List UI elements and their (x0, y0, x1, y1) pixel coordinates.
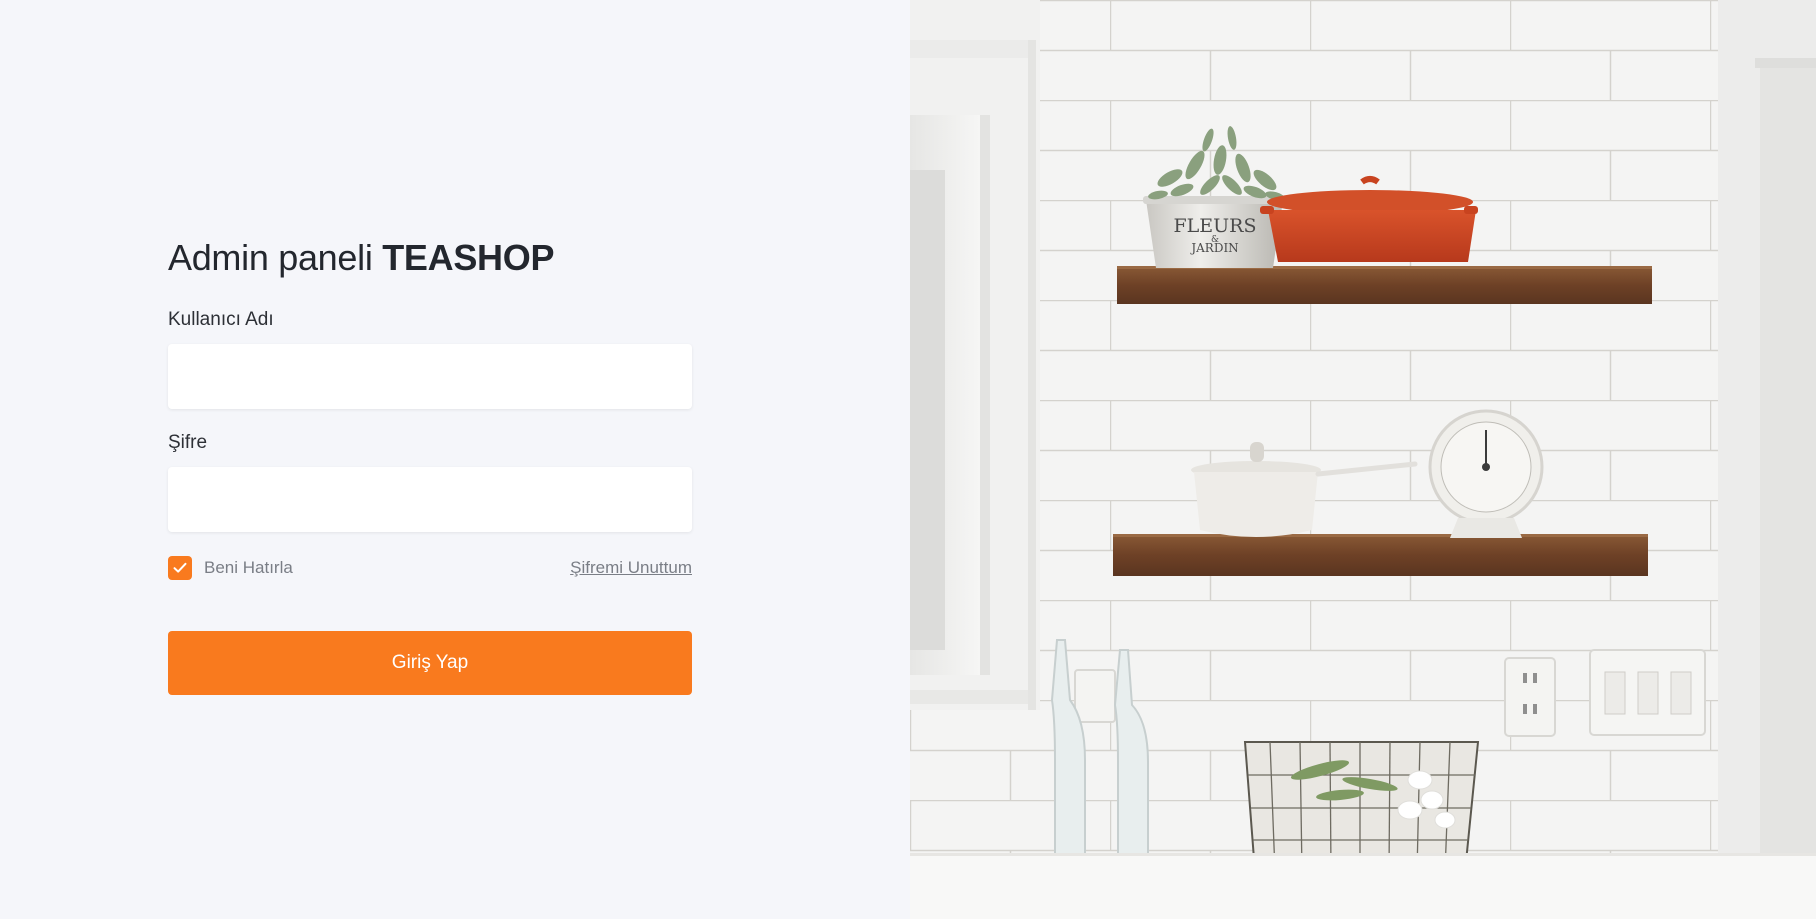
page-title: Admin paneli TEASHOP (168, 234, 692, 282)
title-prefix: Admin paneli (168, 237, 383, 278)
password-input[interactable] (168, 467, 692, 532)
login-button[interactable]: Giriş Yap (168, 631, 692, 695)
pot-text-jardin: JARDIN (1189, 241, 1238, 255)
username-label: Kullanıcı Adı (168, 309, 274, 330)
kitchen-photo: FLEURS & JARDIN (910, 0, 1816, 919)
login-form: Admin paneli TEASHOP Kullanıcı Adı Şifre… (168, 234, 692, 695)
check-icon (173, 562, 187, 573)
remember-me-checkbox[interactable] (168, 556, 192, 580)
remember-me-toggle[interactable]: Beni Hatırla (168, 556, 293, 580)
forgot-password-link[interactable]: Şifremi Unuttum (570, 558, 692, 578)
login-pane: Admin paneli TEASHOP Kullanıcı Adı Şifre… (0, 0, 910, 919)
password-label: Şifre (168, 432, 208, 453)
options-row: Beni Hatırla Şifremi Unuttum (168, 555, 692, 581)
brand-name: TEASHOP (382, 237, 555, 278)
username-input[interactable] (168, 344, 692, 409)
pot-text-fleurs: FLEURS (1173, 215, 1256, 237)
remember-me-label: Beni Hatırla (204, 558, 293, 577)
kitchen-shelves-image: FLEURS & JARDIN (910, 0, 1816, 919)
